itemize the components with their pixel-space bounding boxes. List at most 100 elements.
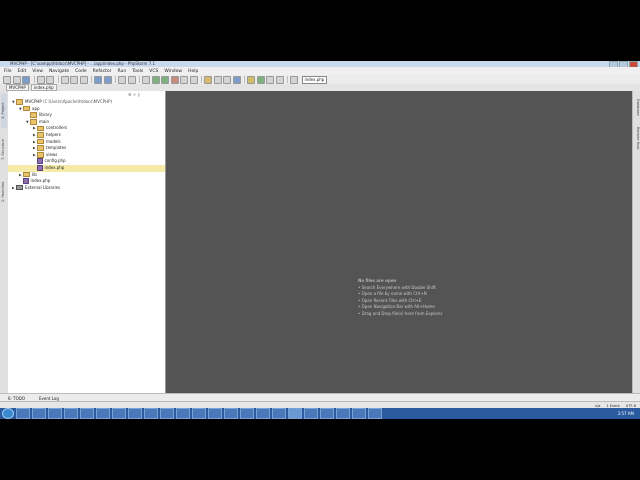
window-icon[interactable]: [266, 75, 274, 84]
taskbar-app[interactable]: [208, 408, 222, 419]
taskbar-app[interactable]: [128, 408, 142, 419]
menu-vcs[interactable]: VCS: [149, 69, 158, 74]
folder-icon: [30, 119, 37, 125]
toolbar-divider: [33, 76, 35, 83]
save-icon[interactable]: [12, 75, 21, 84]
menu-edit[interactable]: Edit: [18, 69, 27, 74]
folder-icon: [23, 171, 30, 178]
folder-icon[interactable]: [247, 75, 255, 84]
find-icon[interactable]: [94, 75, 102, 84]
structure-icon[interactable]: [213, 75, 222, 84]
toolbar-divider: [139, 76, 140, 83]
vcs-update-icon[interactable]: [256, 75, 265, 84]
taskbar-app[interactable]: [48, 408, 62, 419]
tab-event-log[interactable]: Event Log: [39, 396, 59, 401]
cut-icon[interactable]: [60, 75, 69, 84]
start-button[interactable]: [2, 408, 14, 419]
menu-tools[interactable]: Tools: [132, 69, 143, 74]
taskbar-app[interactable]: [160, 408, 174, 419]
profile-icon[interactable]: [189, 75, 198, 84]
taskbar-app[interactable]: [256, 408, 270, 419]
menu-run[interactable]: Run: [118, 69, 127, 74]
menu-view[interactable]: View: [32, 69, 43, 74]
taskbar-app[interactable]: [96, 408, 110, 419]
back-icon[interactable]: [118, 75, 126, 84]
tree-node-label: MVCPHP: [25, 99, 42, 104]
tab-database[interactable]: Database: [634, 95, 640, 119]
redo-icon[interactable]: [46, 75, 54, 84]
tree-node[interactable]: ▶ views: [8, 152, 165, 159]
run-configuration-select[interactable]: index.php: [301, 75, 328, 84]
tree-node-label: views: [46, 151, 58, 157]
panel-header-controls[interactable]: ⚙ ÷ |‹: [128, 92, 140, 97]
terminal-icon[interactable]: [223, 75, 231, 84]
php-file-icon: [37, 164, 43, 171]
tab-favorites[interactable]: 2: Favorites: [1, 173, 7, 211]
copy-icon[interactable]: [70, 75, 78, 84]
tree-node[interactable]: ▶ models: [8, 139, 165, 146]
taskbar-app[interactable]: [80, 408, 94, 419]
tree-node[interactable]: index.php: [8, 164, 165, 172]
paste-icon[interactable]: [79, 75, 88, 84]
taskbar-app[interactable]: [320, 408, 334, 419]
editor-area[interactable]: No files are open • Search Everywhere wi…: [166, 91, 632, 393]
menu-window[interactable]: Window: [164, 69, 182, 74]
taskbar-app[interactable]: [368, 408, 382, 419]
tree-node[interactable]: ▶ lib: [8, 172, 165, 179]
menu-refactor[interactable]: Refactor: [93, 69, 112, 74]
taskbar-app[interactable]: [240, 408, 254, 419]
taskbar-app[interactable]: [16, 408, 30, 419]
taskbar-app[interactable]: [176, 408, 190, 419]
tab-project[interactable]: 1: Project: [1, 94, 7, 128]
tab-structure[interactable]: 7: Structure: [1, 131, 7, 169]
tree-node[interactable]: ▼ MVCPHP (C:\Users\Apache\htdocs\MVCPHP): [8, 99, 165, 106]
taskbar-app-phpstorm[interactable]: [288, 408, 302, 419]
tree-node[interactable]: config.php: [8, 158, 165, 165]
menu-file[interactable]: File: [4, 69, 12, 74]
tasks-icon[interactable]: [275, 75, 284, 84]
taskbar-app[interactable]: [144, 408, 158, 419]
run-icon[interactable]: [151, 75, 160, 84]
tree-node[interactable]: ▶ templates: [8, 145, 165, 152]
taskbar-app[interactable]: [224, 408, 238, 419]
folder-icon: [16, 99, 23, 105]
taskbar-app[interactable]: [304, 408, 318, 419]
settings-icon[interactable]: [204, 75, 212, 84]
tree-node-label: models: [46, 138, 61, 144]
tree-node[interactable]: index.php: [8, 178, 165, 185]
stop-icon[interactable]: [170, 75, 179, 84]
status-events[interactable]: 1 Event: [606, 404, 619, 408]
status-encoding[interactable]: UTF-8: [626, 404, 636, 408]
breadcrumb-item[interactable]: index.php: [30, 84, 57, 91]
coverage-icon[interactable]: [180, 75, 188, 84]
help-icon[interactable]: [232, 75, 241, 84]
undo-icon[interactable]: [36, 75, 45, 84]
tree-node[interactable]: library: [8, 112, 165, 119]
menu-navigate[interactable]: Navigate: [49, 69, 69, 74]
taskbar-app[interactable]: [112, 408, 126, 419]
taskbar-app[interactable]: [272, 408, 286, 419]
tree-node[interactable]: ▼ main: [8, 119, 165, 126]
open-icon[interactable]: [3, 75, 11, 84]
debug-icon[interactable]: [161, 75, 169, 84]
sync-icon[interactable]: [22, 75, 30, 84]
menu-help[interactable]: Help: [188, 69, 198, 74]
forward-icon[interactable]: [127, 75, 136, 84]
taskbar-app[interactable]: [352, 408, 366, 419]
tab-todo[interactable]: 6: TODO: [8, 396, 25, 401]
build-icon[interactable]: [142, 75, 150, 84]
tree-node[interactable]: ▶ helpers: [8, 132, 165, 139]
taskbar-app[interactable]: [192, 408, 206, 419]
menu-code[interactable]: Code: [75, 69, 87, 74]
tree-node[interactable]: ▶ External Libraries: [8, 185, 165, 192]
tree-node[interactable]: ▶ controllers: [8, 125, 165, 132]
tree-node[interactable]: ▼ app: [8, 106, 165, 113]
folder-icon: [23, 105, 30, 112]
tab-remote-host[interactable]: Remote Host: [634, 123, 640, 153]
taskbar-app[interactable]: [336, 408, 350, 419]
breadcrumb-item[interactable]: MVCPHP: [6, 84, 29, 91]
taskbar-app[interactable]: [64, 408, 78, 419]
taskbar-app[interactable]: [32, 408, 46, 419]
replace-icon[interactable]: [103, 75, 112, 84]
php-icon[interactable]: [290, 75, 298, 84]
